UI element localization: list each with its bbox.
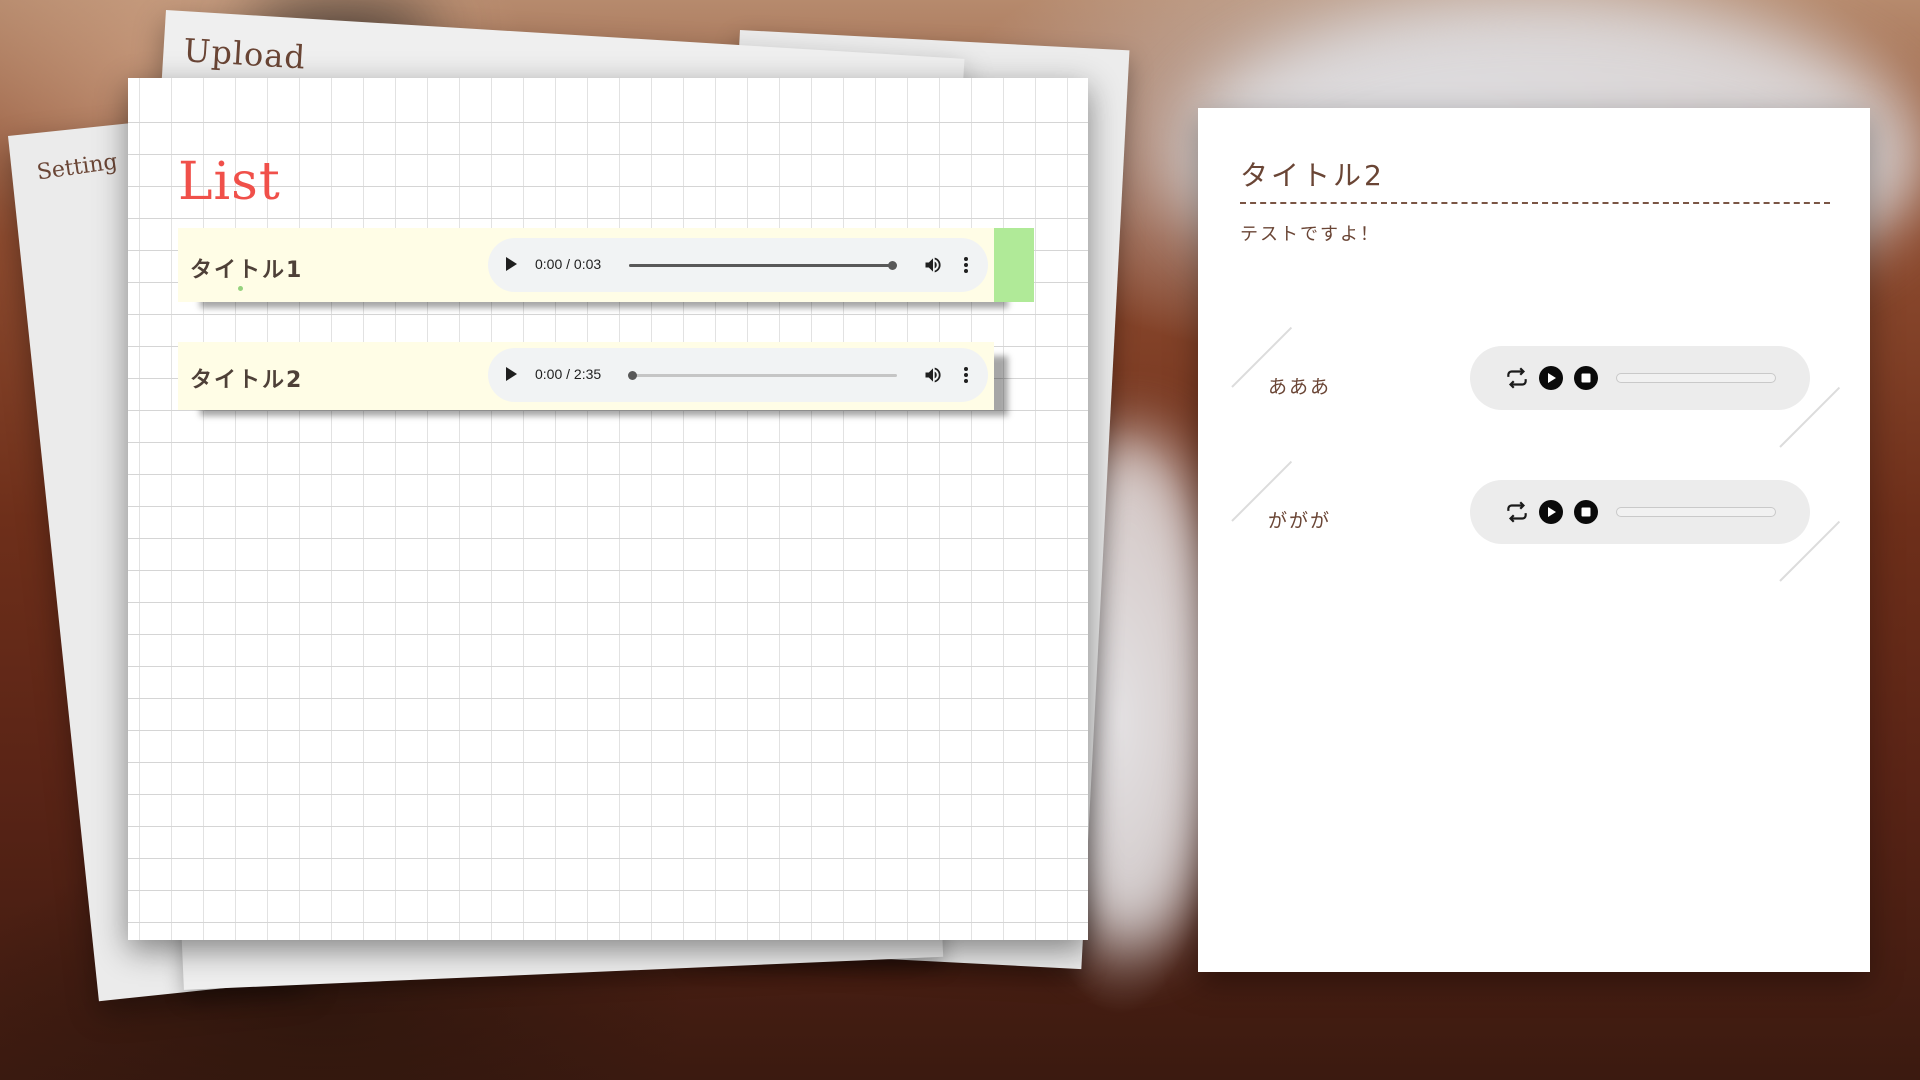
audio-time: 0:00 / 0:03 [535,256,602,272]
detail-panel: タイトル2 テストですよ！ あああ ががが [1198,108,1870,972]
setting-tab-label: Setting [35,149,120,186]
detail-title: タイトル2 [1240,159,1385,192]
audio-seek-knob[interactable] [887,261,897,270]
list-item-title: タイトル2 [190,368,304,393]
detail-divider [1240,202,1830,204]
track-controls [1470,346,1810,410]
play-icon[interactable] [506,367,517,381]
audio-player[interactable]: 0:00 / 2:35 [488,348,988,402]
more-vert-icon[interactable] [962,365,970,389]
loop-icon[interactable] [1504,499,1530,525]
track-name: あああ [1268,376,1332,398]
loop-icon[interactable] [1504,365,1530,391]
list-item-indicator [238,286,243,291]
play-icon[interactable] [506,257,517,271]
track-controls [1470,480,1810,544]
track-item: ががが [1198,460,1870,582]
list-panel: List タイトル1 0:00 / 0:03 タイトル2 0:00 / 2:35 [128,78,1088,940]
volume-icon[interactable] [923,255,943,279]
track-progress-bar[interactable] [1616,373,1776,383]
track-progress-bar[interactable] [1616,507,1776,517]
audio-time: 0:00 / 2:35 [535,366,602,382]
track-name: ががが [1268,510,1332,532]
volume-icon[interactable] [923,365,943,389]
audio-seek-knob[interactable] [627,371,637,380]
list-title: List [178,152,281,212]
stop-circle-icon[interactable] [1573,365,1599,391]
list-item[interactable]: タイトル2 0:00 / 2:35 [178,342,994,410]
play-circle-icon[interactable] [1538,499,1564,525]
list-item-title: タイトル1 [190,258,304,283]
detail-description: テストですよ！ [1240,224,1380,245]
play-circle-icon[interactable] [1538,365,1564,391]
audio-player[interactable]: 0:00 / 0:03 [488,238,988,292]
track-item: あああ [1198,326,1870,448]
selected-item-marker [994,228,1034,302]
audio-seek-fill [629,264,892,267]
list-item[interactable]: タイトル1 0:00 / 0:03 [178,228,1034,302]
audio-seek-bar[interactable] [629,261,897,270]
upload-tab-label: Upload [182,31,308,77]
audio-seek-bar[interactable] [627,371,897,380]
stop-circle-icon[interactable] [1573,499,1599,525]
more-vert-icon[interactable] [962,255,970,279]
